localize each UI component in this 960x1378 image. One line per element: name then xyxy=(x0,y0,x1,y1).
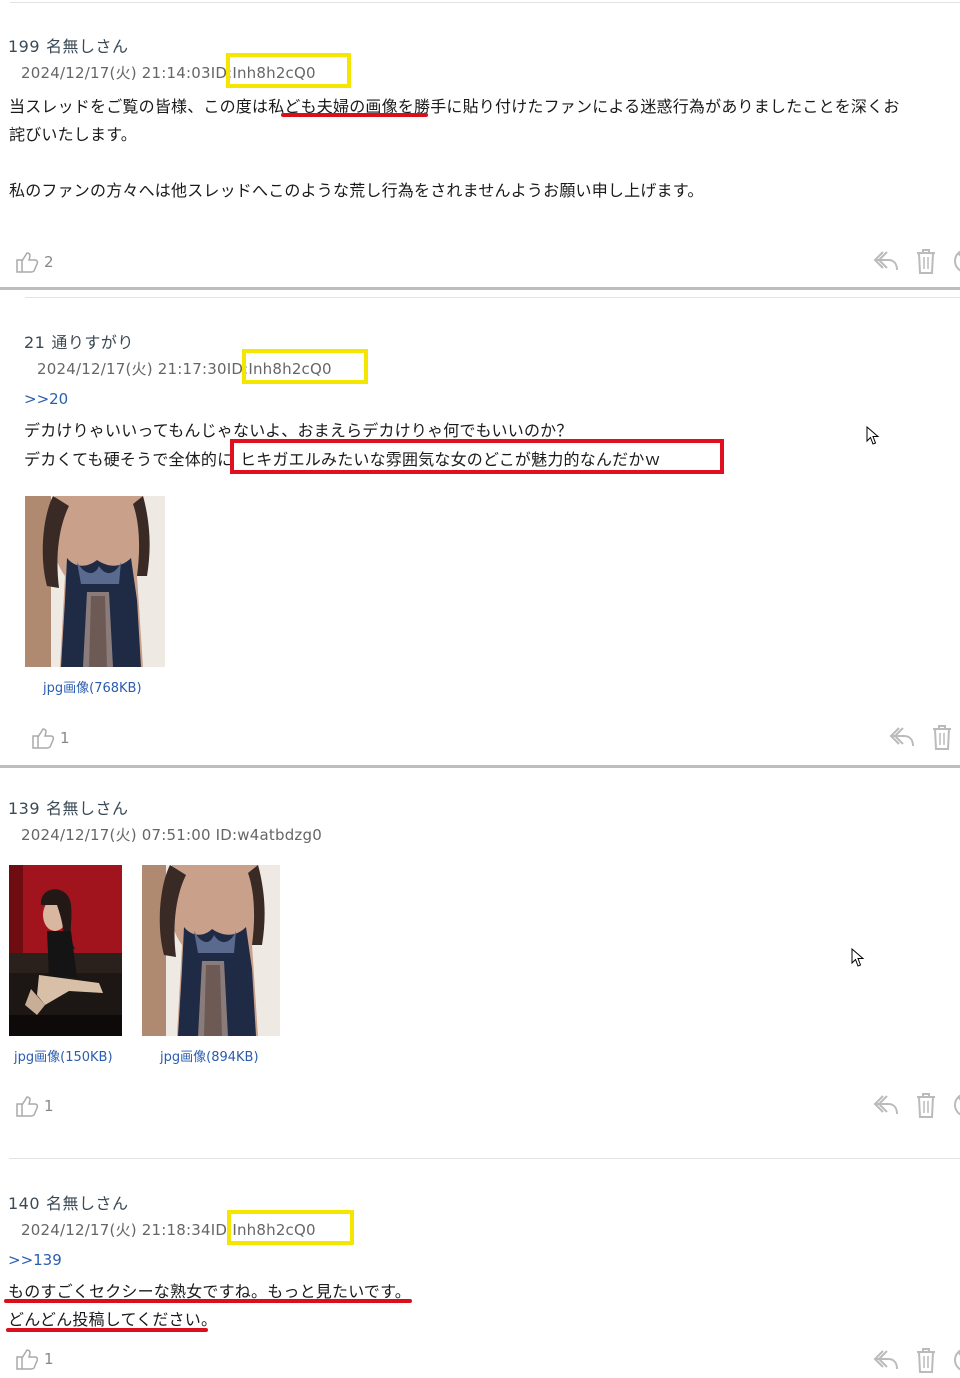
mouse-cursor-icon xyxy=(851,947,865,972)
section-divider xyxy=(0,765,960,768)
red-underline xyxy=(4,1299,412,1303)
trash-icon[interactable] xyxy=(930,723,954,755)
post-number[interactable]: 21 xyxy=(24,333,45,352)
like-count: 1 xyxy=(44,1350,54,1368)
post-text-line: デカくても硬そうで全体的に xyxy=(24,450,234,469)
thumbs-up-icon xyxy=(16,1349,39,1370)
divider xyxy=(9,1158,960,1159)
reply-icon[interactable] xyxy=(888,724,916,754)
reply-icon[interactable] xyxy=(872,248,900,278)
image-thumbnail[interactable] xyxy=(142,865,280,1036)
divider xyxy=(10,2,960,3)
poster-name: 名無しさん xyxy=(46,1194,129,1213)
image-caption-link[interactable]: jpg画像(150KB) xyxy=(14,1046,113,1065)
image-thumbnail[interactable] xyxy=(9,865,122,1036)
like-button[interactable]: 2 xyxy=(14,249,54,275)
red-underline xyxy=(6,1328,208,1332)
post-text-line: デカけりゃいいってもんじゃないよ、おまえらデカけりゃ何でもいいのか？ xyxy=(24,421,573,440)
image-caption-link[interactable]: jpg画像(768KB) xyxy=(43,677,142,696)
poster-name: 名無しさん xyxy=(46,37,129,56)
post-actions xyxy=(858,1346,960,1378)
post-date: 2024/12/17(火) 21:14:03 xyxy=(21,64,211,82)
like-button[interactable]: 1 xyxy=(14,1093,54,1119)
reply-icon[interactable] xyxy=(872,1347,900,1377)
yellow-highlight-box xyxy=(227,1210,354,1245)
yellow-highlight-box xyxy=(242,349,368,384)
poster-name: 名無しさん xyxy=(46,799,129,818)
section-divider xyxy=(0,287,960,290)
divider xyxy=(25,297,960,298)
like-button[interactable]: 1 xyxy=(14,1346,54,1372)
poster-id[interactable]: ID:w4atbdzg0 xyxy=(216,826,322,844)
trash-icon[interactable] xyxy=(914,1091,938,1123)
image-caption-link[interactable]: jpg画像(894KB) xyxy=(160,1046,259,1065)
image-thumbnail[interactable] xyxy=(25,496,165,667)
mouse-cursor-icon xyxy=(866,425,880,450)
reply-anchor-link[interactable]: >>20 xyxy=(24,390,68,408)
red-highlight-box xyxy=(230,439,724,474)
post-number[interactable]: 140 xyxy=(8,1194,40,1213)
post-header: 139 名無しさん xyxy=(8,795,129,819)
post-text-line: 当スレッドをご覧の皆様、この度は私ども夫婦の画像を勝手に貼り付けたファンによる迷… xyxy=(9,97,900,116)
post-header: 21 通りすがり xyxy=(24,329,134,353)
thumbs-up-icon xyxy=(32,728,55,749)
post-number[interactable]: 199 xyxy=(8,37,40,56)
reply-anchor-link[interactable]: >>139 xyxy=(8,1251,62,1269)
poster-name: 通りすがり xyxy=(51,333,134,352)
trash-icon[interactable] xyxy=(914,247,938,279)
like-count: 2 xyxy=(44,253,54,271)
post-header: 140 名無しさん xyxy=(8,1190,129,1214)
thumbs-up-icon xyxy=(16,1096,39,1117)
like-count: 1 xyxy=(44,1097,54,1115)
block-icon[interactable] xyxy=(952,1091,960,1123)
post-text-line: 詫びいたします。 xyxy=(9,125,138,144)
post-date: 2024/12/17(火) 21:17:30 xyxy=(37,360,227,378)
thumbs-up-icon xyxy=(16,252,39,273)
post-number[interactable]: 139 xyxy=(8,799,40,818)
red-underline xyxy=(281,113,428,117)
yellow-highlight-box xyxy=(226,53,351,88)
post-meta: 2024/12/17(火) 07:51:00 ID:w4atbdzg0 xyxy=(21,824,322,845)
like-count: 1 xyxy=(60,729,70,747)
post-actions xyxy=(858,247,960,279)
post-header: 199 名無しさん xyxy=(8,33,129,57)
post-text-line: 私のファンの方々へは他スレッドへこのような荒し行為をされませんようお願い申し上げ… xyxy=(9,181,704,200)
block-icon[interactable] xyxy=(952,247,960,279)
post-actions xyxy=(874,723,960,755)
post-date: 2024/12/17(火) 21:18:34 xyxy=(21,1221,211,1239)
post-date: 2024/12/17(火) 07:51:00 xyxy=(21,826,211,844)
post-text-line: どんどん投稿してください。 xyxy=(8,1310,218,1329)
trash-icon[interactable] xyxy=(914,1346,938,1378)
like-button[interactable]: 1 xyxy=(30,725,70,751)
block-icon[interactable] xyxy=(952,1346,960,1378)
post-actions xyxy=(858,1091,960,1123)
reply-icon[interactable] xyxy=(872,1092,900,1122)
